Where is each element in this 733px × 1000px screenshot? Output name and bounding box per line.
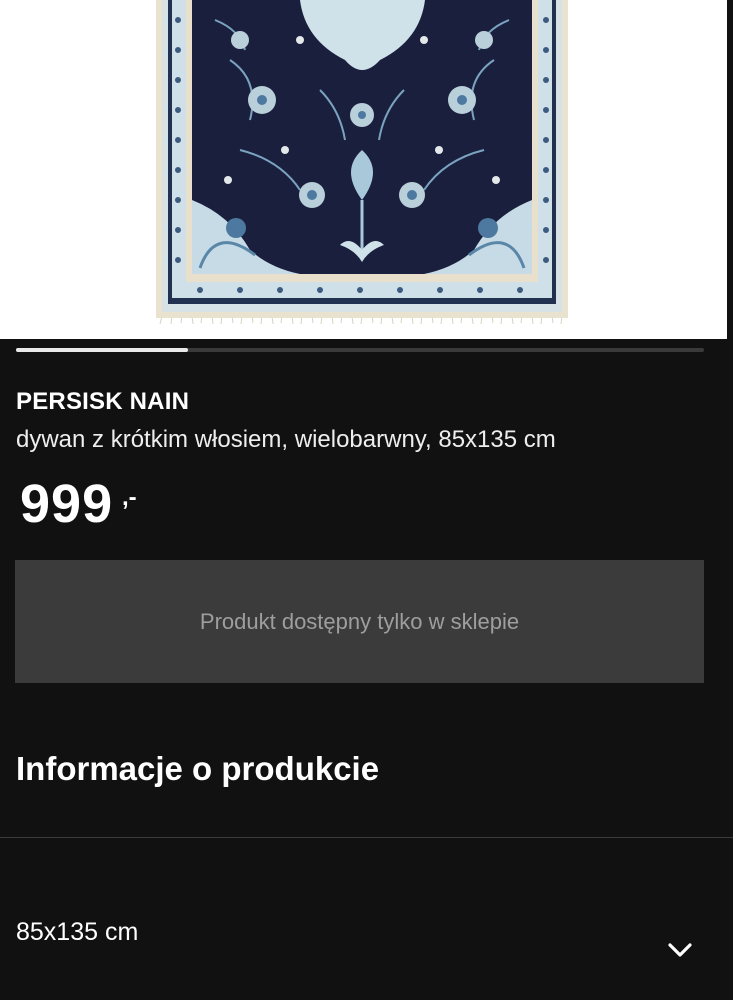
image-edge [727, 0, 733, 339]
rug-illustration [156, 0, 568, 325]
product-info-heading: Informacje o produkcie [16, 750, 380, 787]
availability-label: Produkt dostępny tylko w sklepie [199, 608, 520, 634]
price-suffix: ,- [122, 484, 137, 511]
gallery-progress-bar[interactable] [16, 348, 704, 352]
size-selector[interactable]: 85x135 cm [0, 900, 733, 980]
product-description: dywan z krótkim włosiem, wielobarwny, 85… [16, 426, 556, 453]
product-image[interactable] [0, 0, 727, 339]
gallery-progress-fill [16, 348, 188, 352]
chevron-down-icon[interactable] [666, 940, 694, 960]
store-only-availability-box: Produkt dostępny tylko w sklepie [15, 560, 704, 683]
section-divider [0, 837, 733, 838]
product-name: PERSISK NAIN [16, 388, 190, 415]
size-label: 85x135 cm [16, 918, 139, 946]
product-price: 999 [20, 474, 114, 534]
